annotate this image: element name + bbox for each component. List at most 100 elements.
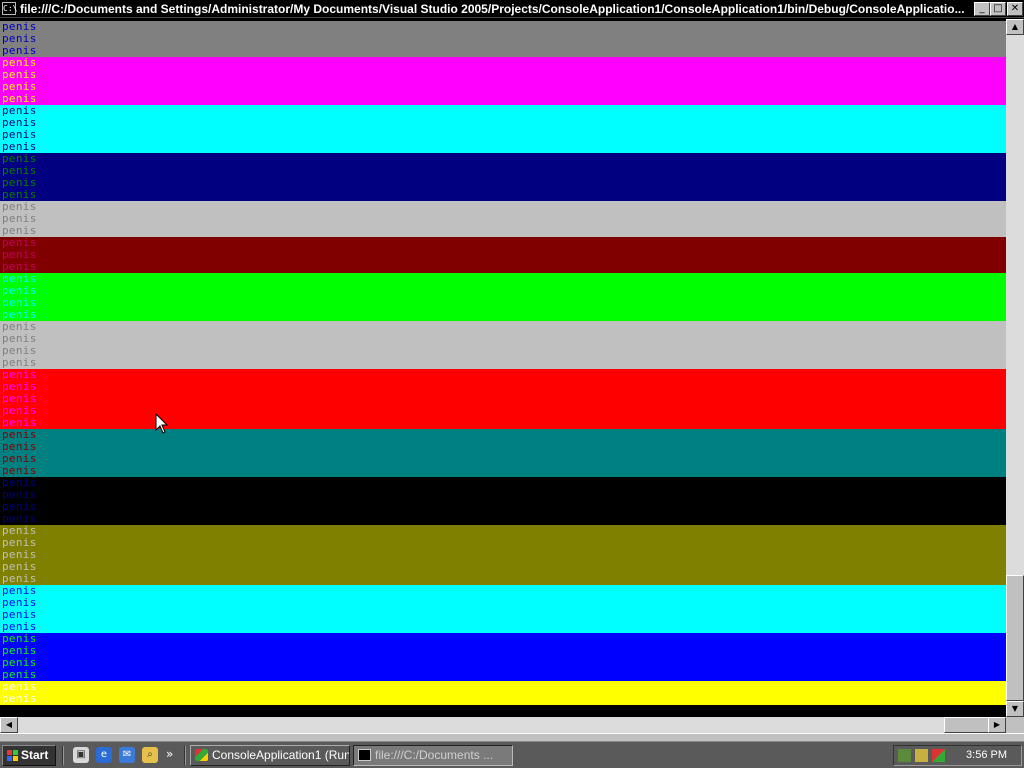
console-line-text: penis bbox=[0, 45, 42, 57]
console-line: penis bbox=[0, 633, 1006, 645]
vertical-scroll-thumb[interactable] bbox=[1006, 575, 1024, 701]
console-output[interactable]: penis penis penis penis penis penis penis penis… bbox=[0, 19, 1006, 717]
console-line: penis bbox=[0, 33, 1006, 45]
console-line: penis bbox=[0, 273, 1006, 285]
console-line-text: penis bbox=[0, 597, 42, 609]
quicklaunch-more-chevron-icon[interactable]: » bbox=[166, 745, 173, 763]
console-line: penis bbox=[0, 21, 1006, 33]
console-line: penis bbox=[0, 537, 1006, 549]
console-line: penis bbox=[0, 453, 1006, 465]
taskbar: Start ▣ e ✉ ⌕ » ConsoleApplication1 (Run… bbox=[0, 741, 1024, 768]
minimize-button[interactable]: _ bbox=[974, 2, 990, 16]
taskbar-item-visual-studio[interactable]: ConsoleApplication1 (Run... bbox=[190, 745, 350, 766]
window-title-bar[interactable]: C:\ file:///C:/Documents and Settings/Ad… bbox=[0, 0, 1024, 18]
console-line-text: penis bbox=[0, 393, 42, 405]
console-line-text: penis bbox=[0, 441, 42, 453]
console-line: penis bbox=[0, 645, 1006, 657]
console-line-text: penis bbox=[0, 465, 42, 477]
console-line: penis bbox=[0, 225, 1006, 237]
console-line-text: penis bbox=[0, 585, 42, 597]
horizontal-scrollbar[interactable]: ◀ ▶ bbox=[0, 717, 1006, 733]
show-desktop-icon[interactable]: ▣ bbox=[73, 747, 89, 763]
console-line-text: penis bbox=[0, 693, 42, 705]
console-line: penis bbox=[0, 177, 1006, 189]
console-app-icon[interactable]: C:\ bbox=[2, 2, 17, 15]
console-line: penis bbox=[0, 249, 1006, 261]
console-line: penis bbox=[0, 681, 1006, 693]
console-line-text: penis bbox=[0, 633, 42, 645]
console-line: penis bbox=[0, 609, 1006, 621]
scroll-up-button[interactable]: ▲ bbox=[1006, 19, 1024, 35]
taskbar-item-console[interactable]: file:///C:/Documents ... bbox=[353, 745, 513, 766]
console-line-text: penis bbox=[0, 417, 42, 429]
console-line-text: penis bbox=[0, 381, 42, 393]
start-button[interactable]: Start bbox=[2, 745, 56, 766]
console-line-text: penis bbox=[0, 261, 42, 273]
taskbar-item-label: ConsoleApplication1 (Run... bbox=[212, 748, 350, 762]
console-line: penis bbox=[0, 345, 1006, 357]
console-line-text: penis bbox=[0, 333, 42, 345]
console-line-text: penis bbox=[0, 213, 42, 225]
explorer-icon[interactable]: ⌕ bbox=[142, 747, 158, 763]
console-line: penis bbox=[0, 417, 1006, 429]
console-line-text: penis bbox=[0, 453, 42, 465]
console-line: penis bbox=[0, 333, 1006, 345]
console-line: penis bbox=[0, 165, 1006, 177]
scroll-left-button[interactable]: ◀ bbox=[0, 717, 18, 733]
console-line-text: penis bbox=[0, 561, 42, 573]
console-line-text: penis bbox=[0, 645, 42, 657]
console-line: penis bbox=[0, 393, 1006, 405]
console-line-text: penis bbox=[0, 201, 42, 213]
console-line-text: penis bbox=[0, 129, 42, 141]
visual-studio-icon bbox=[195, 749, 208, 761]
console-line: penis bbox=[0, 285, 1006, 297]
taskbar-separator bbox=[184, 746, 186, 765]
console-line-text: penis bbox=[0, 189, 42, 201]
network-icon[interactable] bbox=[898, 749, 911, 762]
console-line: penis bbox=[0, 297, 1006, 309]
console-line-text: penis bbox=[0, 309, 42, 321]
console-line: penis bbox=[0, 357, 1006, 369]
console-line: penis bbox=[0, 105, 1006, 117]
scroll-right-button[interactable]: ▶ bbox=[988, 717, 1006, 733]
console-line: penis bbox=[0, 525, 1006, 537]
outlook-icon[interactable]: ✉ bbox=[119, 747, 135, 763]
maximize-button[interactable]: □ bbox=[990, 2, 1006, 16]
console-line-text: penis bbox=[0, 405, 42, 417]
console-line-text: penis bbox=[0, 345, 42, 357]
console-line: penis bbox=[0, 117, 1006, 129]
console-line-text: penis bbox=[0, 165, 42, 177]
console-line: penis bbox=[0, 429, 1006, 441]
taskbar-item-label: file:///C:/Documents ... bbox=[375, 748, 494, 762]
console-line: penis bbox=[0, 441, 1006, 453]
mouse-pointer-icon bbox=[155, 413, 169, 434]
close-button[interactable]: ✕ bbox=[1007, 2, 1023, 16]
windows-logo-icon bbox=[7, 750, 18, 761]
console-line-text: penis bbox=[0, 21, 42, 33]
app-tray-icon[interactable] bbox=[932, 749, 945, 762]
horizontal-scroll-thumb[interactable] bbox=[944, 717, 990, 733]
console-line: penis bbox=[0, 369, 1006, 381]
console-line-text: penis bbox=[0, 285, 42, 297]
window-title: file:///C:/Documents and Settings/Admini… bbox=[20, 2, 965, 16]
ie-icon[interactable]: e bbox=[96, 747, 112, 763]
console-icon bbox=[358, 749, 371, 761]
vertical-scrollbar[interactable]: ▲ ▼ bbox=[1006, 19, 1024, 717]
scroll-down-button[interactable]: ▼ bbox=[1006, 701, 1024, 717]
console-line: penis bbox=[0, 81, 1006, 93]
console-line: penis bbox=[0, 693, 1006, 705]
console-line: penis bbox=[0, 93, 1006, 105]
console-line-text: penis bbox=[0, 273, 42, 285]
console-line-text: penis bbox=[0, 297, 42, 309]
clock[interactable]: 3:56 PM bbox=[966, 746, 1007, 765]
console-line-text: penis bbox=[0, 321, 42, 333]
console-line-text: penis bbox=[0, 369, 42, 381]
volume-icon[interactable] bbox=[915, 749, 928, 762]
console-line-text: penis bbox=[0, 357, 42, 369]
console-line-text: penis bbox=[0, 225, 42, 237]
console-line: penis bbox=[0, 45, 1006, 57]
console-line: penis bbox=[0, 549, 1006, 561]
console-line-text: penis bbox=[0, 573, 42, 585]
console-line: penis bbox=[0, 153, 1006, 165]
console-lines: penis penis penis penis penis penis penis penis… bbox=[0, 21, 1006, 705]
